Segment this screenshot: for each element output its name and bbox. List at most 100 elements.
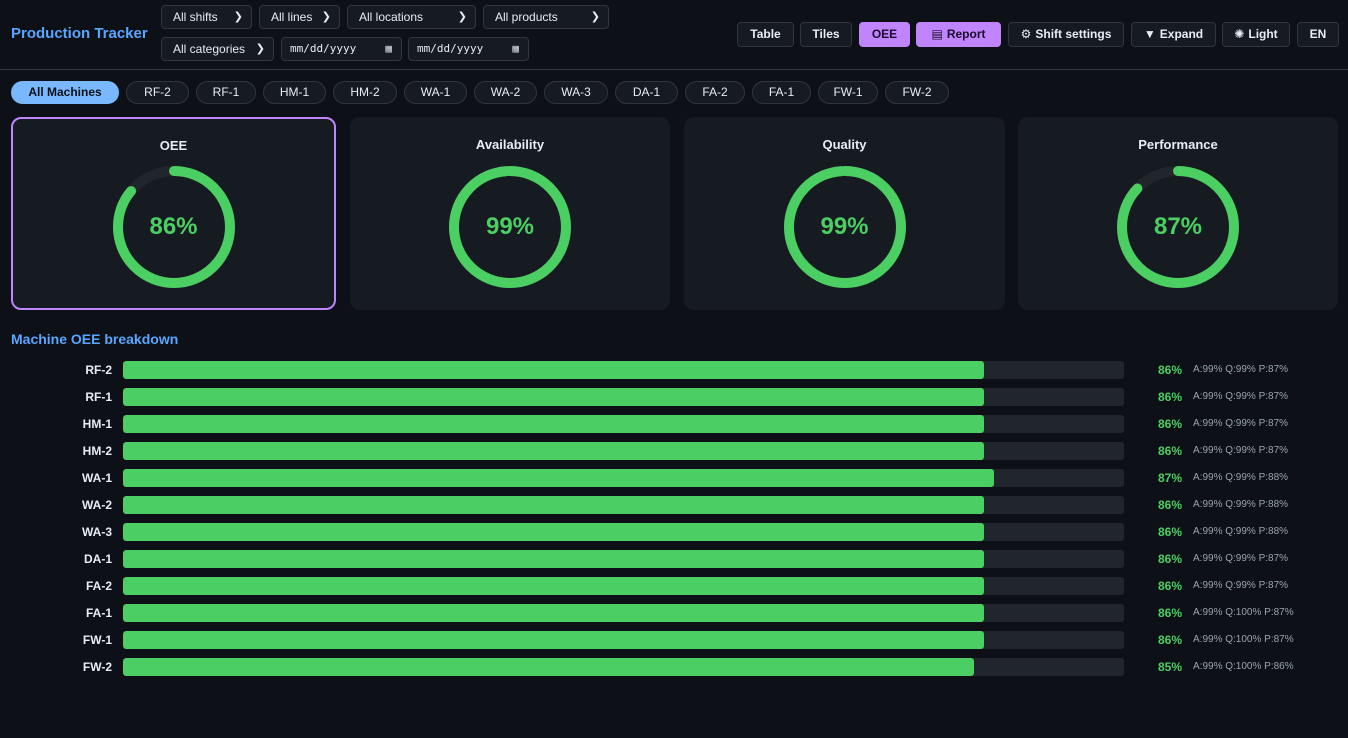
language-button[interactable]: EN [1297, 22, 1339, 47]
line-filter-value: All lines [271, 10, 313, 24]
pill-machine[interactable]: RF-2 [126, 81, 189, 104]
expand-label: Expand [1159, 27, 1204, 41]
chevron-down-icon: ❯ [255, 43, 265, 55]
report-label: Report [946, 27, 986, 41]
gear-icon: ⚙ [1020, 27, 1032, 41]
pill-machine[interactable]: WA-1 [404, 81, 467, 104]
shift-filter-select[interactable]: All shifts ❯ [161, 5, 252, 29]
calendar-icon[interactable]: ▦ [512, 38, 519, 60]
date-from-placeholder: mm/dd/yyyy [290, 42, 357, 55]
oee-view-label: OEE [871, 27, 898, 41]
breakdown-title: Machine OEE breakdown [11, 331, 179, 347]
bar-chart-icon: ▤ [931, 27, 943, 41]
oee-bar-track [123, 442, 1124, 460]
pill-machine[interactable]: DA-1 [615, 81, 678, 104]
shift-filter-value: All shifts [173, 10, 218, 24]
calendar-icon[interactable]: ▦ [385, 38, 392, 60]
breakdown-row: WA-1 87% A:99% Q:99% P:88% [0, 468, 1348, 488]
pill-machine[interactable]: FA-2 [685, 81, 745, 104]
machine-label: FA-2 [85, 579, 112, 593]
pill-machine[interactable]: RF-1 [196, 81, 256, 104]
chevron-down-icon: ❯ [233, 11, 243, 23]
pill-machine[interactable]: FW-1 [818, 81, 878, 104]
oee-view-button[interactable]: OEE [859, 22, 910, 47]
kpi-value: 86% [149, 213, 198, 240]
table-view-button[interactable]: Table [737, 22, 794, 47]
oee-components: A:99% Q:99% P:87% [1193, 580, 1289, 591]
line-filter-select[interactable]: All lines ❯ [259, 5, 340, 29]
machine-label: HM-2 [82, 444, 112, 458]
breakdown-row: FA-2 86% A:99% Q:99% P:87% [0, 576, 1348, 596]
pill-machine[interactable]: WA-3 [544, 81, 608, 104]
pill-machine[interactable]: FW-2 [885, 81, 949, 104]
oee-components: A:99% Q:99% P:87% [1193, 391, 1289, 402]
machine-label: WA-3 [82, 525, 112, 539]
kpi-card-oee[interactable]: OEE 86% [11, 117, 336, 310]
machine-label: HM-1 [82, 417, 112, 431]
machine-label: RF-1 [85, 390, 112, 404]
date-to-input[interactable]: mm/dd/yyyy ▦ [408, 37, 529, 61]
app-title: Production Tracker [11, 25, 148, 42]
gauge-ring: 99% [781, 163, 909, 291]
light-theme-button[interactable]: ✺ Light [1222, 22, 1290, 47]
oee-bar-track [123, 577, 1124, 595]
oee-percent: 86% [1157, 363, 1182, 377]
category-filter-select[interactable]: All categories ❯ [161, 37, 274, 61]
oee-components: A:99% Q:99% P:87% [1193, 445, 1289, 456]
language-label: EN [1309, 27, 1327, 41]
machine-label: FW-1 [82, 633, 112, 647]
oee-components: A:99% Q:99% P:88% [1193, 526, 1289, 537]
location-filter-value: All locations [359, 10, 424, 24]
machine-label: FA-1 [85, 606, 112, 620]
report-button[interactable]: ▤ Report [916, 22, 1001, 47]
product-filter-value: All products [495, 10, 558, 24]
gauge-ring: 86% [110, 163, 238, 291]
oee-bar-fill [123, 361, 984, 379]
pill-machine[interactable]: HM-1 [263, 81, 326, 104]
oee-bar-track [123, 550, 1124, 568]
kpi-title: Quality [822, 137, 867, 152]
oee-percent: 87% [1157, 471, 1182, 485]
shift-settings-label: Shift settings [1035, 27, 1112, 41]
triangle-down-icon: ▼ [1143, 27, 1156, 41]
kpi-card-availability: Availability 99% [350, 117, 670, 310]
breakdown-row: RF-2 86% A:99% Q:99% P:87% [0, 360, 1348, 380]
sun-icon: ✺ [1234, 27, 1245, 41]
pill-machine[interactable]: FA-1 [752, 81, 811, 104]
breakdown-row: DA-1 86% A:99% Q:99% P:87% [0, 549, 1348, 569]
oee-bar-fill [123, 631, 984, 649]
top-bar: Production Tracker All shifts ❯ All line… [0, 0, 1348, 70]
oee-percent: 86% [1157, 498, 1182, 512]
kpi-title: Performance [1138, 137, 1218, 152]
oee-bar-track [123, 496, 1124, 514]
oee-components: A:99% Q:99% P:88% [1193, 472, 1289, 483]
oee-bar-track [123, 631, 1124, 649]
shift-settings-button[interactable]: ⚙ Shift settings [1008, 22, 1124, 47]
kpi-title: Availability [475, 137, 545, 152]
oee-bar-fill [123, 415, 984, 433]
pill-machine[interactable]: WA-2 [474, 81, 537, 104]
category-filter-value: All categories [173, 42, 246, 56]
light-theme-label: Light [1248, 27, 1278, 41]
oee-bar-track [123, 361, 1124, 379]
breakdown-row: FA-1 86% A:99% Q:100% P:87% [0, 603, 1348, 623]
kpi-value: 99% [485, 213, 535, 240]
breakdown-row: FW-2 85% A:99% Q:100% P:86% [0, 657, 1348, 677]
oee-percent: 86% [1157, 417, 1182, 431]
pill-all-machines[interactable]: All Machines [11, 81, 119, 104]
table-view-label: Table [750, 27, 781, 41]
oee-bar-track [123, 604, 1124, 622]
oee-bar-track [123, 388, 1124, 406]
location-filter-select[interactable]: All locations ❯ [347, 5, 476, 29]
oee-bar-track [123, 658, 1124, 676]
expand-button[interactable]: ▼ Expand [1131, 22, 1216, 47]
breakdown-row: RF-1 86% A:99% Q:99% P:87% [0, 387, 1348, 407]
breakdown-row: HM-1 86% A:99% Q:99% P:87% [0, 414, 1348, 434]
product-filter-select[interactable]: All products ❯ [483, 5, 609, 29]
oee-bar-track [123, 415, 1124, 433]
machine-label: DA-1 [83, 552, 112, 566]
date-from-input[interactable]: mm/dd/yyyy ▦ [281, 37, 402, 61]
oee-percent: 86% [1157, 444, 1182, 458]
pill-machine[interactable]: HM-2 [333, 81, 397, 104]
tiles-view-button[interactable]: Tiles [800, 22, 852, 47]
